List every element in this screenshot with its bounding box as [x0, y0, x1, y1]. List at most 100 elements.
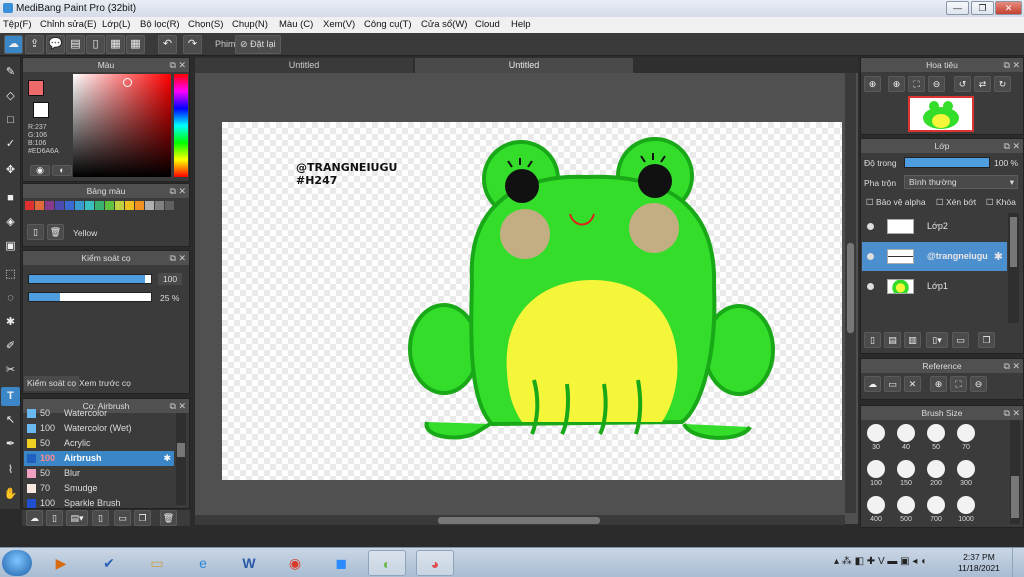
- move-tool-icon[interactable]: ✥: [1, 161, 20, 180]
- bucket-tool-icon[interactable]: ◈: [1, 213, 20, 232]
- menu-select[interactable]: Chọn(S): [188, 19, 223, 30]
- brush-item[interactable]: 70 Smudge: [24, 481, 174, 496]
- copy-brush-icon[interactable]: ▯: [92, 510, 109, 526]
- layer-folder-icon[interactable]: ▭: [952, 332, 969, 348]
- comment-icon[interactable]: 💬: [46, 35, 65, 54]
- fit-icon[interactable]: ⛶: [908, 76, 925, 92]
- layout-icon[interactable]: ▦: [126, 35, 145, 54]
- new-layer-icon[interactable]: ▯: [864, 332, 881, 348]
- layer-list-scrollbar[interactable]: [1008, 213, 1019, 323]
- brush-size-option[interactable]: 200: [922, 457, 950, 491]
- close-button[interactable]: ✕: [995, 1, 1022, 15]
- brush-tool-icon[interactable]: ✎: [1, 63, 20, 82]
- reference-fit-icon[interactable]: ⛶: [950, 376, 967, 392]
- select-tool-icon[interactable]: ⬚: [1, 265, 20, 284]
- eyedropper-tool-icon[interactable]: ✒: [1, 435, 20, 454]
- minimize-button[interactable]: —: [946, 1, 969, 15]
- saturation-value-picker[interactable]: [73, 74, 171, 177]
- color-picker-handle[interactable]: [123, 78, 132, 87]
- redo-icon[interactable]: ↷: [183, 35, 202, 54]
- palette-swatch[interactable]: [135, 201, 144, 210]
- brush-settings-icon[interactable]: ✱: [163, 451, 171, 466]
- select-pen-tool-icon[interactable]: ✐: [1, 337, 20, 356]
- zoom-in-icon[interactable]: ⊕: [864, 76, 881, 92]
- magic-wand-tool-icon[interactable]: ✱: [1, 313, 20, 332]
- palette-swatch[interactable]: [125, 201, 134, 210]
- reference-zoom-out-icon[interactable]: ⊖: [970, 376, 987, 392]
- palette-swatch[interactable]: [85, 201, 94, 210]
- layer-opacity-slider[interactable]: [904, 157, 990, 168]
- panel-controls-icon[interactable]: ⧉ ✕: [170, 58, 186, 72]
- palette-swatch[interactable]: [115, 201, 124, 210]
- new-8bit-layer-icon[interactable]: ▥: [904, 332, 921, 348]
- word-icon[interactable]: W: [230, 550, 268, 576]
- layer-item[interactable]: Lớp2: [862, 212, 1007, 241]
- blend-mode-select[interactable]: Bình thường ▾: [904, 175, 1018, 189]
- brush-size-option[interactable]: 50: [922, 421, 950, 455]
- panel-controls-icon[interactable]: ⧉ ✕: [1004, 58, 1020, 72]
- brush-item[interactable]: 100 Airbrush ✱: [24, 451, 174, 466]
- text-tool-icon[interactable]: T: [1, 387, 20, 406]
- tab-brush-preview[interactable]: Xem trước cọ: [76, 376, 134, 391]
- brush-size-option[interactable]: 150: [892, 457, 920, 491]
- zoom-out-icon[interactable]: ⊖: [928, 76, 945, 92]
- clipping-checkbox[interactable]: ☐ Xén bớt: [936, 197, 976, 208]
- pen-tool-icon[interactable]: ✓: [1, 135, 20, 154]
- cloud-brush-icon[interactable]: ☁: [26, 510, 43, 526]
- tab-untitled-1[interactable]: Untitled: [195, 58, 413, 73]
- brush-item[interactable]: 50 Watercolor: [24, 406, 174, 421]
- palette-swatch[interactable]: [55, 201, 64, 210]
- menu-file[interactable]: Tệp(F): [3, 19, 32, 30]
- palette-swatch[interactable]: [25, 201, 34, 210]
- operation-tool-icon[interactable]: ↖: [1, 411, 20, 430]
- brush-size-option[interactable]: 1000: [952, 493, 980, 527]
- menu-tools[interactable]: Công cụ(T): [364, 19, 412, 30]
- color-mode-icon[interactable]: ◉: [30, 165, 50, 176]
- dropper-tool-icon[interactable]: ⌇: [1, 461, 20, 480]
- message-icon[interactable]: ▤: [66, 35, 85, 54]
- brush-size-scrollbar[interactable]: [1010, 420, 1020, 524]
- add-brush-icon[interactable]: ▯: [46, 510, 63, 526]
- tray-icons[interactable]: ▴ ⁂ ◧ ✚ V ▬ ▣ ◂ ◖: [834, 556, 926, 567]
- panel-controls-icon[interactable]: ⧉ ✕: [170, 251, 186, 265]
- palette-swatch[interactable]: [65, 201, 74, 210]
- coccoc-icon[interactable]: ◐: [368, 550, 406, 576]
- palette-swatch[interactable]: [95, 201, 104, 210]
- new-palette-icon[interactable]: ▯: [27, 224, 44, 240]
- brush-menu-icon[interactable]: ▤▾: [66, 510, 88, 526]
- delete-palette-icon[interactable]: 🗑: [47, 224, 64, 240]
- navigator-thumbnail[interactable]: [908, 96, 974, 132]
- brush-size-value[interactable]: 100: [158, 273, 182, 285]
- brush-size-option[interactable]: 30: [862, 421, 890, 455]
- primary-color-swatch[interactable]: [28, 80, 44, 96]
- zoom-app-icon[interactable]: ◼: [322, 550, 360, 576]
- brush-size-slider[interactable]: [28, 274, 152, 284]
- trash-icon[interactable]: 🗑: [160, 510, 177, 526]
- secondary-color-swatch[interactable]: [33, 102, 49, 118]
- page-icon[interactable]: ▯: [86, 35, 105, 54]
- undo-icon[interactable]: ↶: [158, 35, 177, 54]
- hand-tool-icon[interactable]: ✋: [1, 485, 20, 504]
- brush-size-option[interactable]: 400: [862, 493, 890, 527]
- palette-swatch[interactable]: [75, 201, 84, 210]
- palette-swatch[interactable]: [45, 201, 54, 210]
- canvas-horizontal-scrollbar[interactable]: [195, 515, 845, 525]
- share-icon[interactable]: ⇪: [25, 35, 44, 54]
- menu-filter[interactable]: Bộ lọc(R): [140, 19, 180, 30]
- menu-cloud[interactable]: Cloud: [475, 19, 500, 30]
- menu-window[interactable]: Cửa sổ(W): [421, 19, 467, 30]
- visibility-icon[interactable]: [867, 253, 874, 260]
- layer-menu-icon[interactable]: ▯▾: [926, 332, 948, 348]
- medibang-icon[interactable]: ◕: [416, 550, 454, 576]
- menu-view[interactable]: Xem(V): [323, 19, 355, 30]
- layer-item[interactable]: Lớp1: [862, 272, 1007, 301]
- cloud-icon[interactable]: ☁: [4, 35, 23, 54]
- open-reference-icon[interactable]: ▭: [884, 376, 901, 392]
- palette-swatch[interactable]: [165, 201, 174, 210]
- duplicate-icon[interactable]: ❐: [134, 510, 151, 526]
- menu-help[interactable]: Help: [511, 19, 531, 30]
- reference-zoom-in-icon[interactable]: ⊕: [930, 376, 947, 392]
- palette-swatch[interactable]: [145, 201, 154, 210]
- panel-controls-icon[interactable]: ⧉ ✕: [1004, 139, 1020, 153]
- fill-rect-tool-icon[interactable]: ■: [1, 189, 20, 208]
